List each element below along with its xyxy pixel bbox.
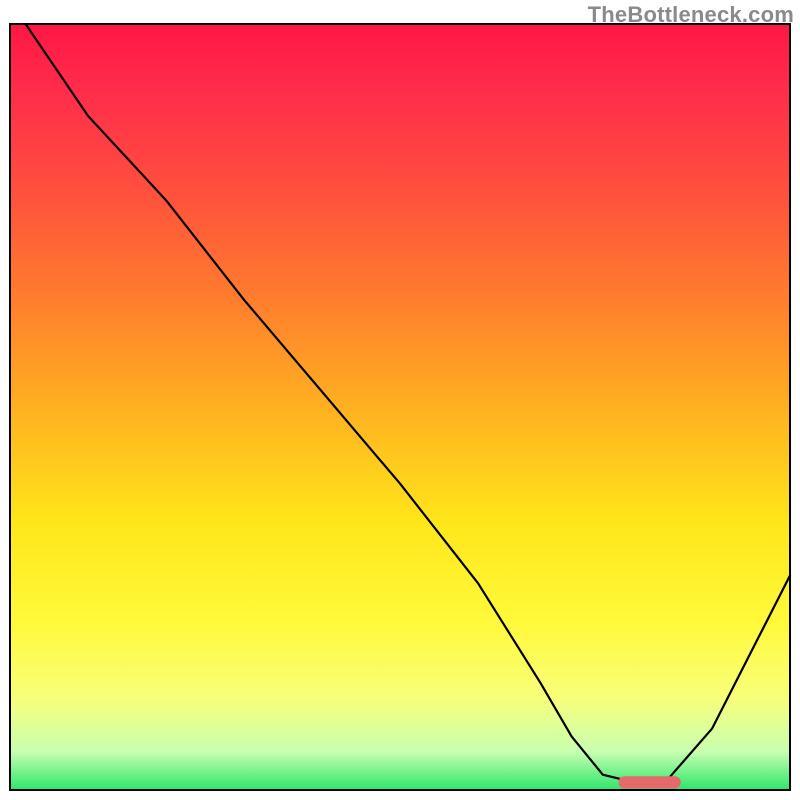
watermark-label: TheBottleneck.com: [588, 2, 794, 28]
optimal-range-marker: [618, 776, 680, 788]
gradient-background: [10, 24, 790, 790]
chart-container: TheBottleneck.com: [0, 0, 800, 800]
bottleneck-chart: [0, 0, 800, 800]
